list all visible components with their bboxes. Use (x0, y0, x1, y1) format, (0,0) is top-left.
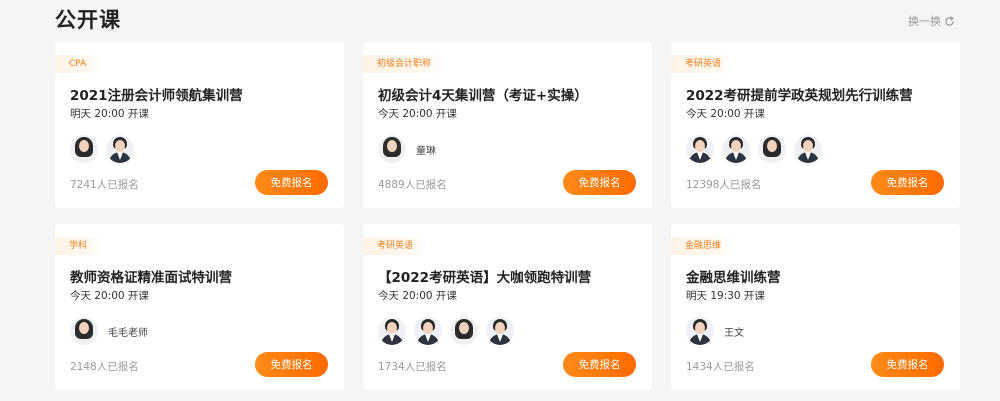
course-tag: CPA (55, 55, 103, 73)
course-time: 今天 20:00 开课 (378, 108, 457, 120)
course-tag: 学科 (55, 237, 104, 255)
teacher-avatar (70, 135, 98, 163)
course-tag: 考研英语 (363, 237, 430, 255)
refresh-icon (944, 15, 955, 27)
free-signup-button[interactable]: 免费报名 (563, 170, 636, 195)
teacher-list (378, 314, 522, 348)
teacher-avatar (486, 317, 514, 345)
course-time: 明天 20:00 开课 (70, 108, 149, 120)
teacher-avatar (686, 317, 714, 345)
free-signup-button[interactable]: 免费报名 (255, 352, 328, 377)
teacher-name: 毛毛老师 (108, 327, 148, 339)
course-card[interactable]: 金融思维金融思维训练营明天 19:30 开课王文 1434人已报名 免费报名 (671, 224, 960, 390)
course-card[interactable]: 考研英语 2022考研提前学政英规划先行训练营今天 20:00 开课 12398人已… (671, 42, 960, 208)
teacher-avatar (450, 317, 478, 345)
course-grid: CPA 2021注册会计师领航集训营 明天 20:00 开课 7241人已报名 免费报名… (55, 42, 960, 390)
teacher-avatar (378, 317, 406, 345)
signup-count: 2148人已报名 (70, 361, 139, 373)
course-title[interactable]: 2021注册会计师领航集训营 (70, 84, 243, 104)
teacher-avatar (794, 135, 822, 163)
teacher-avatar (686, 135, 714, 163)
course-title[interactable]: 2022考研提前学政英规划先行训练营 (686, 84, 913, 104)
teacher-avatar (758, 135, 786, 163)
teacher-list: 童琳 (378, 132, 436, 166)
course-time: 明天 19:30 开课 (686, 290, 765, 302)
teacher-name: 王文 (724, 327, 744, 339)
course-card[interactable]: CPA 2021注册会计师领航集训营明天 20:00 开课 7241人已报名 免费报名 (55, 42, 344, 208)
teacher-list (70, 132, 142, 166)
teacher-list (686, 132, 830, 166)
course-title[interactable]: 初级会计4天集训营（考证+实操） (378, 84, 588, 104)
refresh-button[interactable]: 换一换 (908, 13, 955, 29)
free-signup-button[interactable]: 免费报名 (871, 170, 944, 195)
course-title[interactable]: 【2022考研英语】大咖领跑特训营 (378, 266, 591, 286)
course-tag: 初级会计职称 (363, 55, 448, 73)
signup-count: 12398人已报名 (686, 179, 762, 191)
course-tag: 金融思维 (671, 237, 738, 255)
course-time: 今天 20:00 开课 (378, 290, 457, 302)
teacher-avatar (414, 317, 442, 345)
course-time: 今天 20:00 开课 (70, 290, 149, 302)
course-tag: 考研英语 (671, 55, 738, 73)
signup-count: 7241人已报名 (70, 179, 139, 191)
free-signup-button[interactable]: 免费报名 (255, 170, 328, 195)
course-card[interactable]: 学科教师资格证精准面试特训营今天 20:00 开课毛毛老师 2148人已报名 免费报… (55, 224, 344, 390)
teacher-avatar (106, 135, 134, 163)
signup-count: 1734人已报名 (378, 361, 447, 373)
course-card[interactable]: 初级会计职称初级会计4天集训营（考证+实操） 今天 20:00 开课童琳 4889人… (363, 42, 652, 208)
signup-count: 4889人已报名 (378, 179, 447, 191)
course-card[interactable]: 考研英语【2022考研英语】大咖领跑特训营今天 20:00 开课 1734人已报名… (363, 224, 652, 390)
course-title[interactable]: 金融思维训练营 (686, 266, 781, 286)
teacher-list: 王文 (686, 314, 744, 348)
course-title[interactable]: 教师资格证精准面试特训营 (70, 266, 232, 286)
free-signup-button[interactable]: 免费报名 (563, 352, 636, 377)
free-signup-button[interactable]: 免费报名 (871, 352, 944, 377)
teacher-avatar (378, 135, 406, 163)
course-time: 今天 20:00 开课 (686, 108, 765, 120)
teacher-avatar (722, 135, 750, 163)
section-title: 公开课 (55, 8, 121, 32)
teacher-avatar (70, 317, 98, 345)
teacher-name: 童琳 (416, 145, 436, 157)
teacher-list: 毛毛老师 (70, 314, 148, 348)
refresh-label: 换一换 (908, 15, 941, 28)
signup-count: 1434人已报名 (686, 361, 755, 373)
